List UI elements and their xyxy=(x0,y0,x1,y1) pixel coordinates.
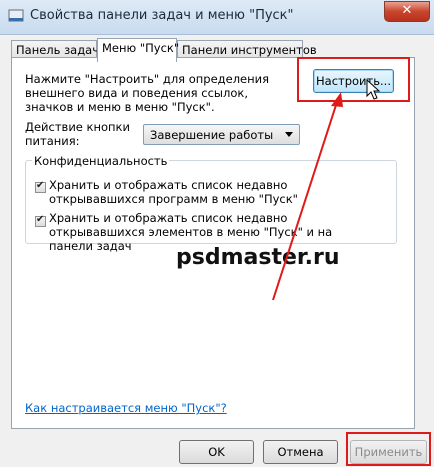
annotation-arrow-line xyxy=(272,101,338,301)
annotation-arrow-head xyxy=(331,92,343,107)
annotation-overlay xyxy=(272,78,381,301)
mouse-cursor-icon xyxy=(366,78,381,100)
